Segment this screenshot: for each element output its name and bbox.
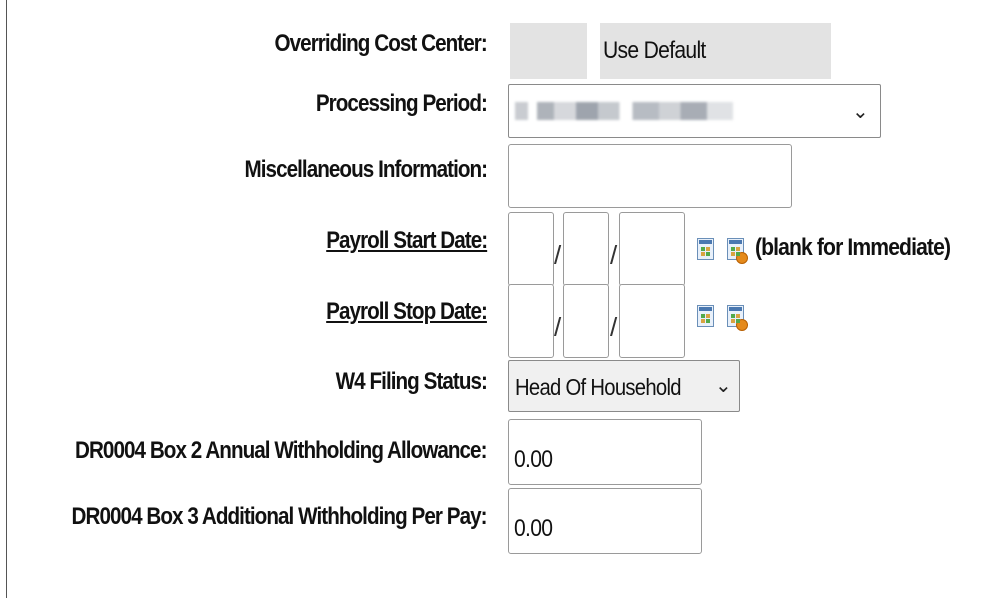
payroll-stop-date-link[interactable]: Payroll Stop Date: xyxy=(326,298,488,326)
dr0004-box2-input[interactable]: 0.00 xyxy=(508,419,702,485)
cost-center-code-field xyxy=(510,23,587,79)
dr0004-box3-label: DR0004 Box 3 Additional Withholding Per … xyxy=(71,503,488,530)
calendar-icon[interactable] xyxy=(697,305,714,327)
chevron-down-icon: ⌄ xyxy=(715,373,732,397)
calendar-icon[interactable] xyxy=(697,238,714,260)
chevron-down-icon: ⌄ xyxy=(852,99,869,123)
cost-center-value: Use Default xyxy=(603,37,706,64)
date-separator: / xyxy=(554,312,562,342)
stop-month-input[interactable] xyxy=(508,284,554,358)
w4-filing-status-label: W4 Filing Status: xyxy=(335,368,488,395)
date-separator: / xyxy=(610,240,618,270)
cost-center-value-field: Use Default xyxy=(600,23,831,79)
dr0004-box3-input[interactable]: 0.00 xyxy=(508,488,702,554)
w4-filing-status-select[interactable]: Head Of Household ⌄ xyxy=(508,360,740,412)
misc-info-input[interactable] xyxy=(508,144,792,208)
processing-period-label: Processing Period: xyxy=(315,90,488,117)
clear-badge-icon xyxy=(736,252,748,264)
overriding-cost-center-label: Overriding Cost Center: xyxy=(274,30,488,57)
w4-filing-status-value: Head Of Household xyxy=(515,374,682,400)
start-day-input[interactable] xyxy=(563,212,609,286)
stop-day-input[interactable] xyxy=(563,284,609,358)
dr0004-box2-label: DR0004 Box 2 Annual Withholding Allowanc… xyxy=(75,437,487,464)
date-separator: / xyxy=(554,240,562,270)
start-date-hint: (blank for Immediate) xyxy=(755,234,951,261)
dr0004-box3-value: 0.00 xyxy=(514,515,553,542)
clear-date-icon[interactable] xyxy=(727,305,748,331)
misc-info-label: Miscellaneous Information: xyxy=(244,156,488,183)
processing-period-select[interactable]: ⌄ xyxy=(508,84,881,138)
start-year-input[interactable] xyxy=(619,212,685,286)
payroll-start-date-link[interactable]: Payroll Start Date: xyxy=(326,227,488,255)
clear-badge-icon xyxy=(736,319,748,331)
dr0004-box2-value: 0.00 xyxy=(514,446,553,473)
stop-year-input[interactable] xyxy=(619,284,685,358)
processing-period-obscured-value xyxy=(515,102,733,120)
clear-date-icon[interactable] xyxy=(727,238,748,264)
start-month-input[interactable] xyxy=(508,212,554,286)
date-separator: / xyxy=(610,312,618,342)
